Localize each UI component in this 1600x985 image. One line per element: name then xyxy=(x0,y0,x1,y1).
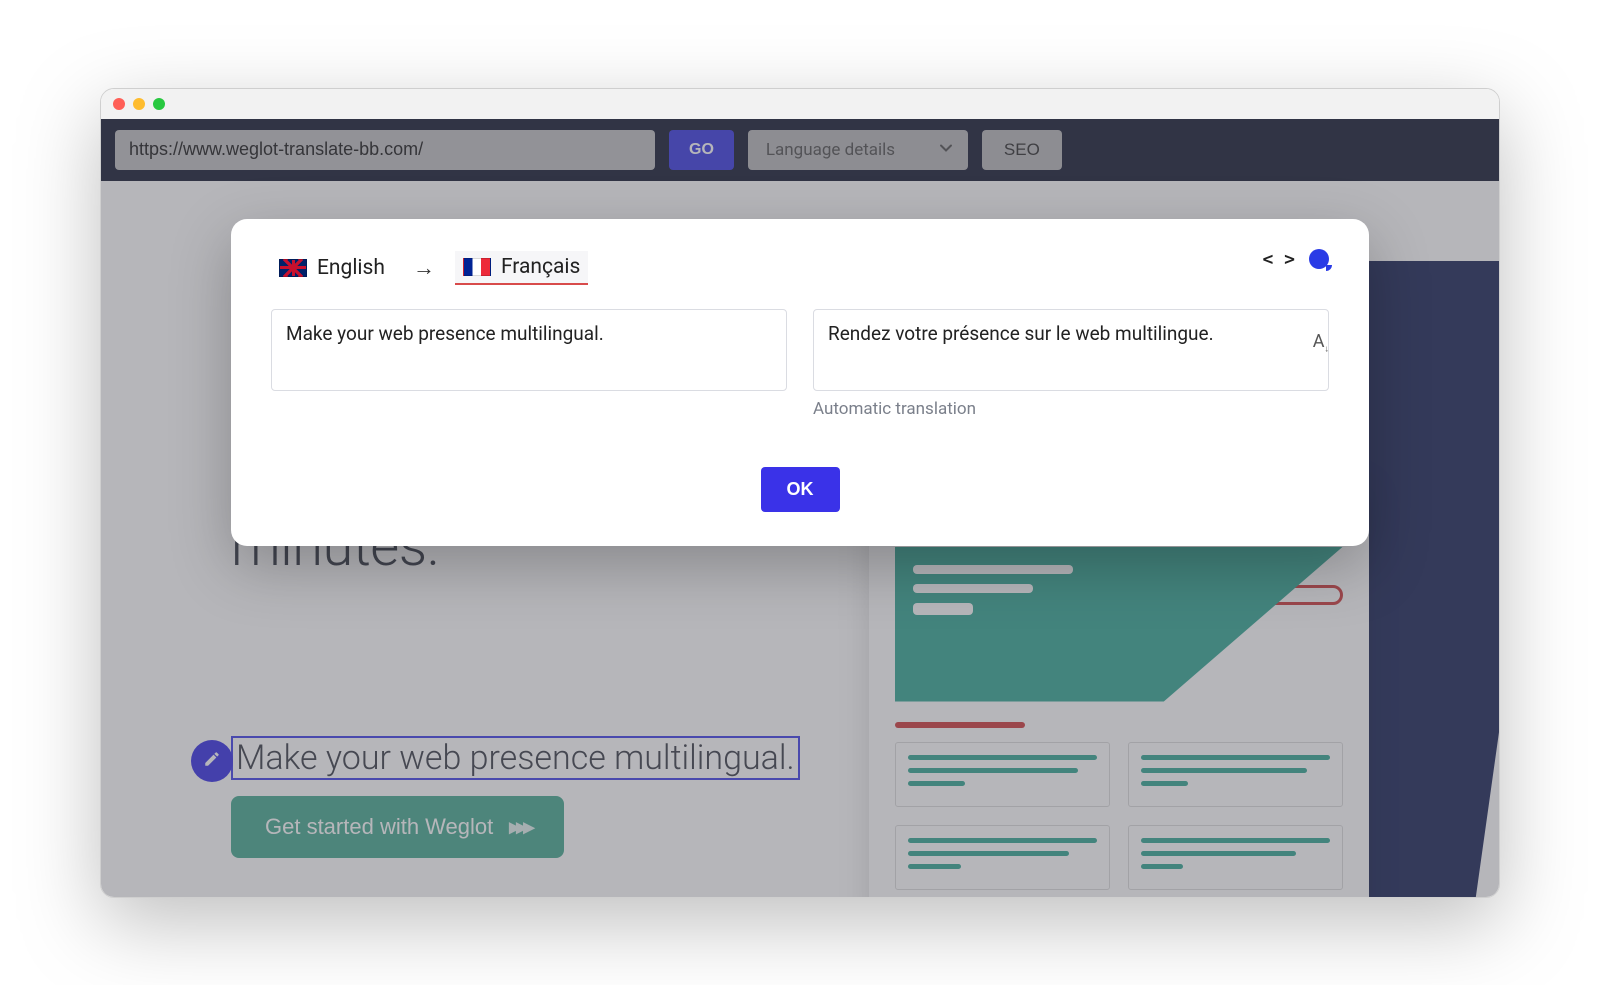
target-text-input[interactable] xyxy=(813,309,1329,391)
source-language-chip[interactable]: English xyxy=(271,252,393,284)
flag-uk-icon xyxy=(279,259,307,277)
maximize-window-icon[interactable] xyxy=(153,98,165,110)
source-text-input[interactable] xyxy=(271,309,787,391)
close-window-icon[interactable] xyxy=(113,98,125,110)
minimize-window-icon[interactable] xyxy=(133,98,145,110)
window-titlebar xyxy=(101,89,1499,119)
target-language-label: Français xyxy=(501,255,580,279)
language-pair: English → Français xyxy=(271,251,1329,285)
target-language-chip[interactable]: Français xyxy=(455,251,588,285)
palette-icon[interactable] xyxy=(1309,249,1329,269)
automatic-translation-label: Automatic translation xyxy=(813,399,1329,419)
browser-window: GO Language details SEO app or website, … xyxy=(100,88,1500,898)
translation-dialog: English → Français < > A↓ Automatic tran… xyxy=(231,219,1369,546)
ok-button[interactable]: OK xyxy=(761,467,840,512)
font-style-icon[interactable]: A↓ xyxy=(1313,331,1329,355)
code-icon[interactable]: < > xyxy=(1262,249,1295,270)
source-language-label: English xyxy=(317,256,385,280)
arrow-right-icon: → xyxy=(413,255,435,281)
flag-fr-icon xyxy=(463,258,491,276)
